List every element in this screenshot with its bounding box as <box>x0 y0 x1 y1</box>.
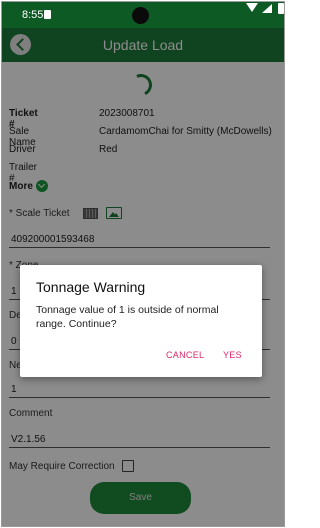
status-time: 8:55 <box>22 9 44 21</box>
dialog-title: Tonnage Warning <box>36 279 146 295</box>
tonnage-warning-dialog: Tonnage Warning Tonnage value of 1 is ou… <box>20 265 262 377</box>
cell-signal-icon <box>262 4 272 13</box>
phone-screen: 8:55 Update Load Ticket # 2023008701 Sal… <box>1 1 285 527</box>
status-bar: 8:55 <box>2 2 284 28</box>
yes-button[interactable]: YES <box>223 350 242 360</box>
sim-card-icon <box>44 10 51 19</box>
battery-icon <box>278 3 284 14</box>
front-camera <box>132 7 149 24</box>
dialog-message: Tonnage value of 1 is outside of normal … <box>36 304 219 330</box>
wifi-icon <box>246 3 258 12</box>
cancel-button[interactable]: CANCEL <box>166 350 204 360</box>
